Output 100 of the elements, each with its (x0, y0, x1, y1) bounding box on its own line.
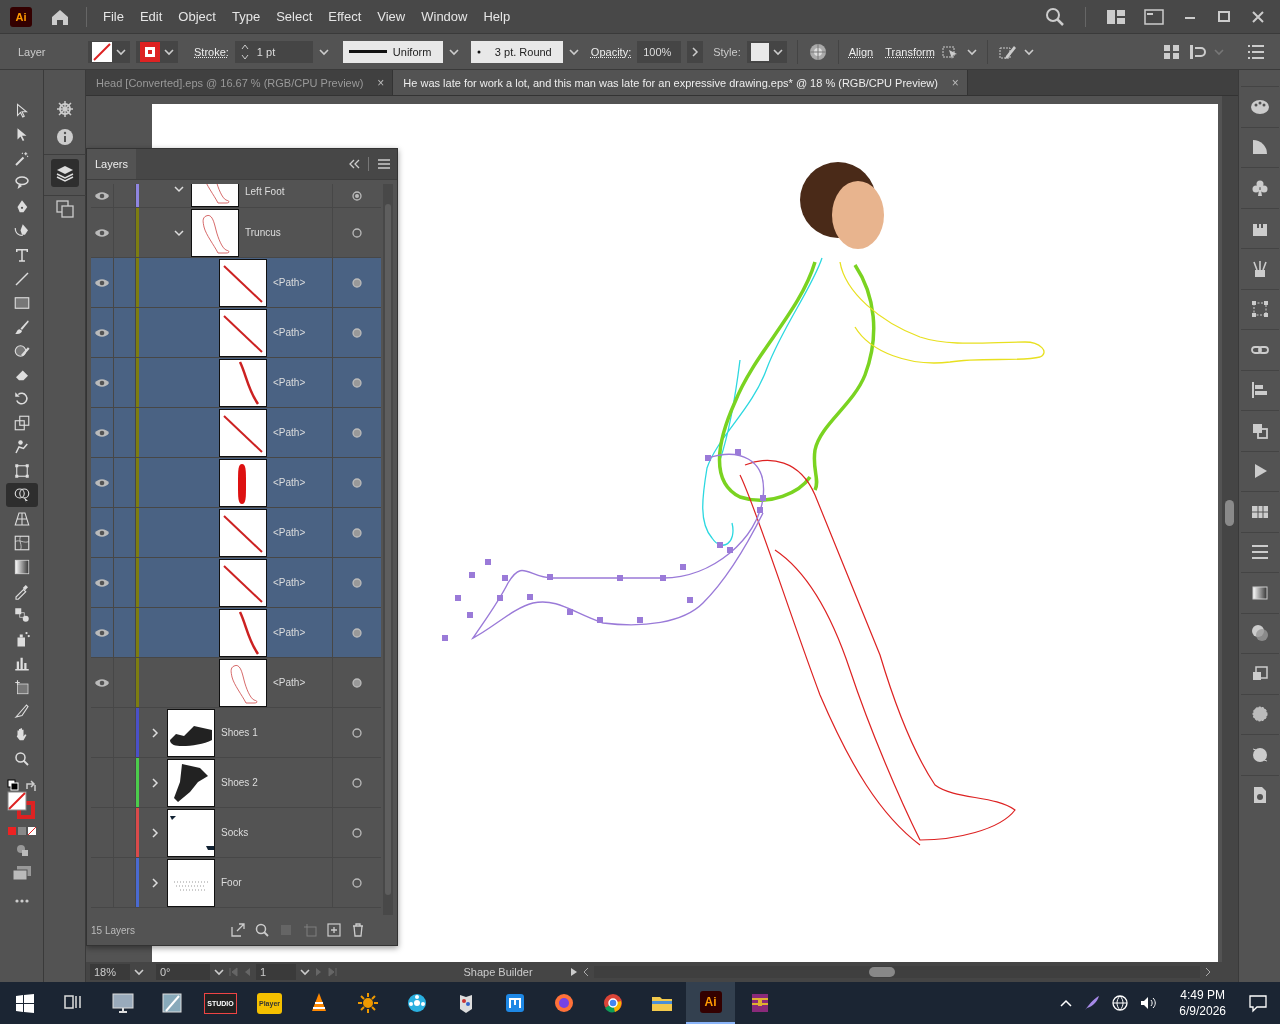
layer-row[interactable]: <Path> (91, 358, 381, 408)
tab-close-button[interactable]: × (377, 75, 385, 90)
target-circle-icon[interactable] (351, 276, 363, 289)
target-circle-icon[interactable] (351, 726, 363, 739)
target-circle-icon[interactable] (351, 426, 363, 439)
chevron-icon[interactable] (691, 46, 700, 57)
layer-name[interactable]: <Path> (273, 377, 332, 388)
layer-row[interactable]: Socks (91, 808, 381, 858)
transform-link[interactable]: Transform (885, 45, 935, 58)
caret-icon[interactable] (300, 968, 310, 977)
brush-dropdown[interactable]: 3 pt. Round (470, 40, 563, 63)
screen-mode-icon[interactable] (11, 865, 32, 881)
default-colors-icon[interactable] (6, 779, 19, 791)
layer-name[interactable]: <Path> (273, 327, 332, 338)
align-link[interactable]: Align (848, 45, 874, 58)
tab-close-button[interactable]: × (951, 75, 959, 90)
graphic-style-dropdown[interactable] (746, 40, 787, 63)
layer-row[interactable]: <Path> (91, 508, 381, 558)
artboards-icon[interactable] (55, 200, 74, 218)
layer-row[interactable]: <Path> (91, 308, 381, 358)
caret-icon[interactable] (214, 968, 224, 977)
stroke-dropdown[interactable] (136, 40, 178, 63)
eye-icon[interactable] (94, 426, 110, 439)
layer-name[interactable]: <Path> (273, 527, 332, 538)
draw-mode-icon[interactable] (14, 843, 29, 857)
taskbar-app-button[interactable]: Ai (686, 982, 735, 1024)
caret-icon[interactable] (966, 47, 977, 56)
eye-icon[interactable] (94, 676, 110, 689)
fill-stroke-icon[interactable] (6, 791, 37, 821)
layers-panel-button[interactable] (50, 159, 79, 187)
opacity-field[interactable]: 100% (637, 40, 682, 63)
layer-row[interactable]: <Path> (91, 458, 381, 508)
target-circle-icon[interactable] (351, 476, 363, 489)
panel-tab[interactable]: Layers (87, 149, 137, 179)
bounding-box-icon[interactable] (1249, 299, 1270, 320)
eye-icon[interactable] (94, 626, 110, 639)
dashed-circle-icon[interactable] (1249, 704, 1270, 725)
shape-builder-icon[interactable] (5, 483, 38, 507)
layer-name[interactable]: <Path> (273, 277, 332, 288)
menu-item[interactable]: Select (268, 9, 321, 24)
export-icon[interactable] (231, 923, 245, 937)
layer-row[interactable]: Shoes 1 (91, 708, 381, 758)
caret-icon[interactable] (568, 47, 579, 56)
align-left-icon[interactable] (1249, 380, 1270, 401)
layer-name[interactable]: Shoes 1 (221, 727, 332, 738)
layer-name[interactable]: Socks (221, 827, 332, 838)
eye-icon[interactable] (94, 276, 110, 289)
target-circle-icon[interactable] (351, 876, 363, 889)
target-circle-icon[interactable] (351, 626, 363, 639)
layer-name[interactable]: Foor (221, 877, 332, 888)
rotation-field[interactable]: 0° (156, 964, 210, 981)
target-circle-icon[interactable] (351, 376, 363, 389)
menu-item[interactable]: Help (475, 9, 519, 24)
chevron-right-icon[interactable] (150, 727, 160, 738)
eye-icon[interactable] (94, 189, 110, 202)
layer-row[interactable]: <Path> (91, 408, 381, 458)
target-circle-icon[interactable] (351, 576, 363, 589)
layer-name[interactable]: Truncus (245, 227, 332, 238)
horizontal-scrollbar[interactable] (594, 966, 1200, 979)
layer-name[interactable]: <Path> (273, 677, 332, 688)
target-circle-icon[interactable] (351, 826, 363, 839)
menu-item[interactable]: Window (413, 9, 476, 24)
menu-item[interactable]: Type (223, 9, 269, 24)
eye-icon[interactable] (94, 576, 110, 589)
menu-item[interactable]: File (95, 9, 132, 24)
more-tools-icon[interactable] (13, 899, 30, 903)
caret-icon[interactable] (448, 47, 459, 56)
layer-row[interactable]: Truncus (91, 208, 381, 258)
caret-icon[interactable] (116, 47, 126, 56)
swap-icon[interactable] (24, 779, 37, 791)
layer-name[interactable]: <Path> (273, 477, 332, 488)
info-icon[interactable] (55, 128, 74, 146)
eye-icon[interactable] (94, 326, 110, 339)
vertical-scrollbar[interactable] (1222, 96, 1238, 963)
panel-menu-icon[interactable] (377, 158, 391, 170)
variable-width-profile-dropdown[interactable]: Uniform (342, 40, 443, 63)
feather-icon[interactable] (1083, 994, 1102, 1012)
transparency-icon[interactable] (1249, 623, 1270, 644)
document-tab[interactable]: He was late for work a lot, and this man was late for an expressive drawing.eps* @ 18 % (RGB/CPU Preview) × (393, 70, 968, 96)
layer-row[interactable]: <Path> (91, 608, 381, 658)
layer-name[interactable]: <Path> (273, 627, 332, 638)
stroke-weight-field[interactable]: 1 pt (234, 40, 313, 63)
menu-item[interactable]: View (369, 9, 414, 24)
caret-icon[interactable] (134, 968, 144, 977)
scroll-left-icon[interactable] (582, 967, 590, 978)
helm-icon[interactable] (55, 100, 74, 118)
target-circle-icon[interactable] (351, 526, 363, 539)
zoom-field[interactable]: 18% (90, 964, 130, 981)
target-circle-icon[interactable] (351, 189, 363, 202)
chevron-right-icon[interactable] (150, 827, 160, 838)
layer-row[interactable]: Shoes 2 (91, 758, 381, 808)
artboard-number-field[interactable]: 1 (256, 964, 296, 981)
target-circle-icon[interactable] (351, 776, 363, 789)
search-icon[interactable] (1045, 6, 1065, 27)
menu-item[interactable]: Effect (320, 9, 370, 24)
layer-name[interactable]: <Path> (273, 577, 332, 588)
layer-name[interactable]: Left Foot (245, 186, 332, 197)
chevron-down-icon[interactable] (174, 227, 184, 238)
target-circle-icon[interactable] (351, 676, 363, 689)
menu-item[interactable]: Object (170, 9, 224, 24)
